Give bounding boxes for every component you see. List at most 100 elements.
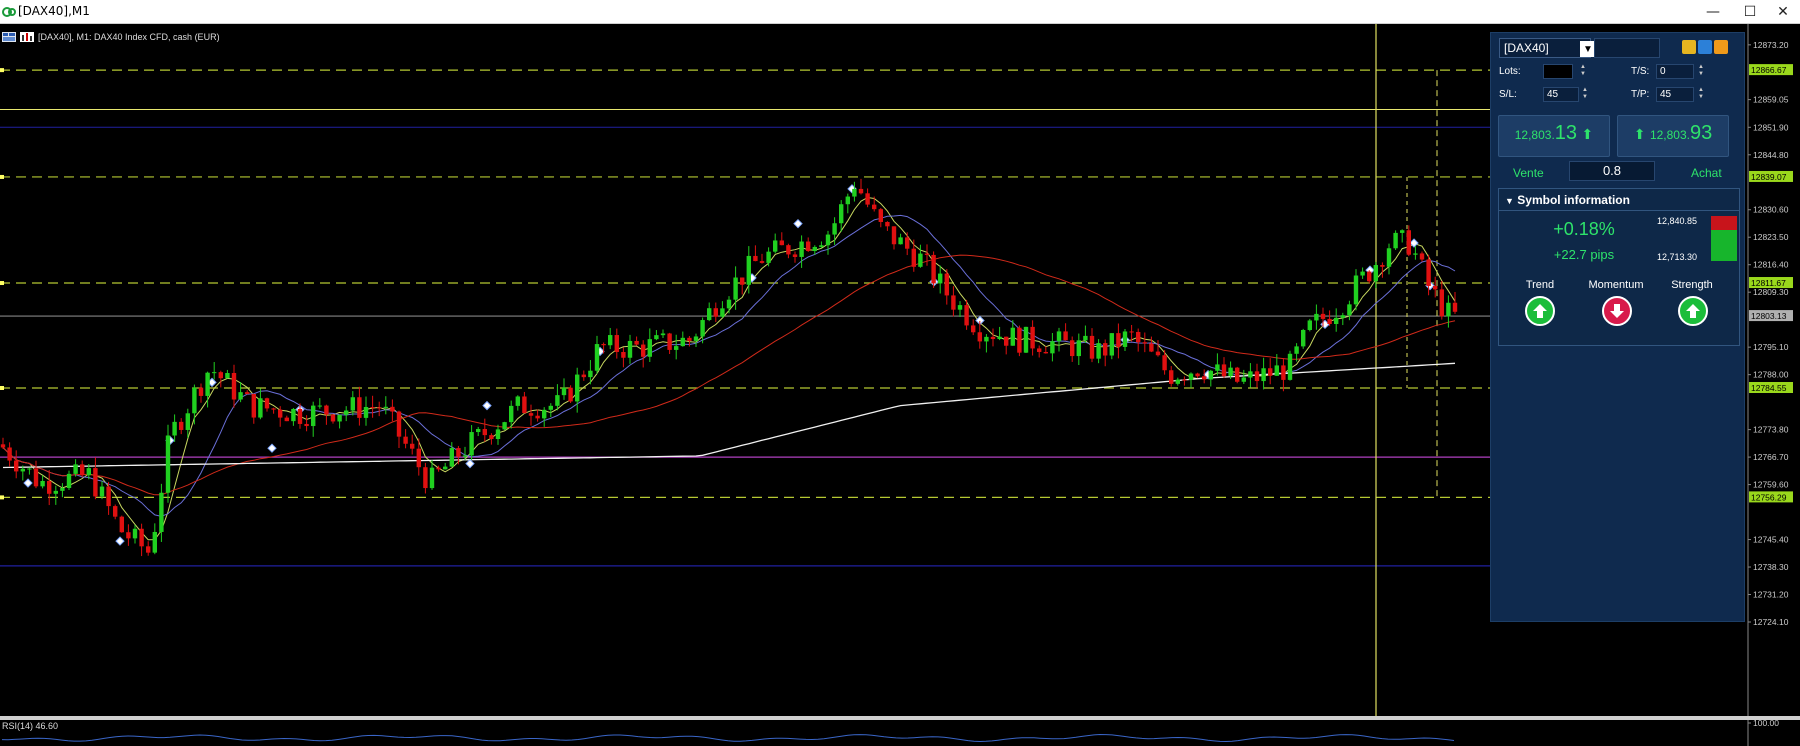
candle: [7, 442, 12, 467]
candle: [1281, 358, 1286, 392]
fractal-marker: [115, 536, 125, 546]
layout-icon[interactable]: [1714, 40, 1728, 54]
candle-body: [238, 392, 243, 400]
candle: [1202, 369, 1207, 384]
buy-label[interactable]: Achat: [1691, 166, 1722, 180]
candle: [614, 328, 619, 359]
candle-body: [1360, 271, 1365, 276]
candle-body: [1347, 304, 1352, 316]
candle-body: [924, 253, 930, 255]
candle-body: [1353, 275, 1359, 305]
candle: [1076, 333, 1081, 366]
ts-input[interactable]: 0: [1656, 64, 1694, 79]
candle: [383, 396, 388, 415]
candle-body: [278, 409, 283, 418]
candle: [740, 277, 745, 295]
chart-area[interactable]: 12873.20 12866.67 12859.05 12851.90 12844.80…: [0, 24, 1800, 746]
candle-body: [1169, 370, 1174, 384]
candle: [898, 233, 903, 245]
tp-input[interactable]: 45: [1656, 87, 1694, 102]
candle-body: [660, 333, 666, 336]
candle-body: [1056, 331, 1062, 342]
candle-body: [1380, 265, 1385, 267]
candle-body: [654, 335, 659, 340]
candle-body: [291, 408, 296, 422]
candle: [317, 398, 322, 409]
candle-body: [502, 422, 507, 430]
candle-body: [152, 531, 157, 553]
candle-body: [832, 223, 837, 235]
ts-stepper[interactable]: ▲ ▼: [1697, 64, 1705, 79]
candle-body: [825, 234, 831, 246]
price-tick-label: 12851.90: [1753, 122, 1789, 132]
candle: [33, 460, 39, 489]
candle-body: [509, 405, 514, 423]
symbol-extra-field[interactable]: [1594, 38, 1660, 58]
lots-label: Lots:: [1499, 66, 1521, 77]
candle: [476, 426, 481, 437]
momentum-label: Momentum: [1588, 279, 1644, 291]
candle: [390, 399, 395, 422]
symbol-info-header[interactable]: ▼ Symbol information: [1499, 189, 1739, 211]
candle-body: [469, 432, 474, 456]
candle: [1004, 336, 1009, 355]
candle-body: [1096, 343, 1101, 359]
range-bar-green: [1711, 230, 1737, 261]
rsi-line: [1, 733, 1455, 743]
candle-body: [1386, 248, 1392, 267]
candle-body: [1320, 313, 1326, 319]
candle: [1083, 325, 1088, 343]
candle: [60, 483, 65, 498]
candle-body: [555, 395, 560, 406]
candle: [839, 200, 844, 232]
collapse-triangle-icon[interactable]: ▼: [1505, 196, 1514, 206]
buy-button[interactable]: ⬆ 12,803.93: [1617, 115, 1729, 157]
candle-body: [1254, 371, 1260, 382]
candle-body: [27, 468, 32, 470]
candle-body: [106, 486, 111, 507]
sell-label[interactable]: Vente: [1513, 166, 1544, 180]
change-pips: +22.7 pips: [1553, 247, 1615, 262]
candle-body: [1089, 335, 1095, 359]
candle: [918, 244, 923, 268]
candle: [363, 396, 369, 426]
pane-separator: [0, 716, 1800, 720]
candle: [99, 481, 105, 500]
sl-stepper[interactable]: ▲ ▼: [1581, 87, 1589, 102]
lots-stepper[interactable]: ▲ ▼: [1579, 64, 1587, 79]
change-percent: +0.18%: [1553, 219, 1615, 239]
candle-body: [852, 188, 857, 197]
candle-body: [403, 436, 408, 444]
candle: [878, 207, 883, 228]
tp-stepper[interactable]: ▲ ▼: [1697, 87, 1705, 102]
maximize-button[interactable]: ☐: [1733, 2, 1767, 22]
candle-body: [495, 429, 501, 439]
candle: [27, 467, 32, 475]
candle-body: [667, 333, 672, 350]
copy-icon[interactable]: [1682, 40, 1696, 54]
candle-body: [839, 204, 844, 224]
close-button[interactable]: ✕: [1766, 2, 1800, 22]
candle-body: [311, 405, 316, 427]
sell-button[interactable]: 12,803.13 ⬆: [1498, 115, 1610, 157]
minimize-button[interactable]: —: [1696, 2, 1730, 22]
candle: [370, 395, 375, 418]
symbol-select[interactable]: [DAX40] ▼: [1499, 38, 1596, 58]
candle: [502, 421, 507, 431]
candle-body: [370, 406, 375, 408]
candle-body: [350, 397, 355, 411]
settings-icon[interactable]: [1698, 40, 1712, 54]
candle: [1248, 363, 1253, 388]
price-tick-label: 12745.40: [1753, 535, 1789, 545]
sl-input[interactable]: 45: [1543, 87, 1579, 102]
candle-body: [1373, 265, 1378, 282]
candle-body: [713, 308, 718, 317]
candle: [1182, 376, 1187, 386]
candle: [1050, 333, 1055, 362]
lots-input[interactable]: [1543, 64, 1573, 79]
trend-up-icon: [1525, 296, 1555, 326]
candle-body: [528, 413, 534, 416]
candle: [146, 541, 151, 556]
candle-body: [139, 528, 144, 547]
candle: [251, 393, 256, 424]
